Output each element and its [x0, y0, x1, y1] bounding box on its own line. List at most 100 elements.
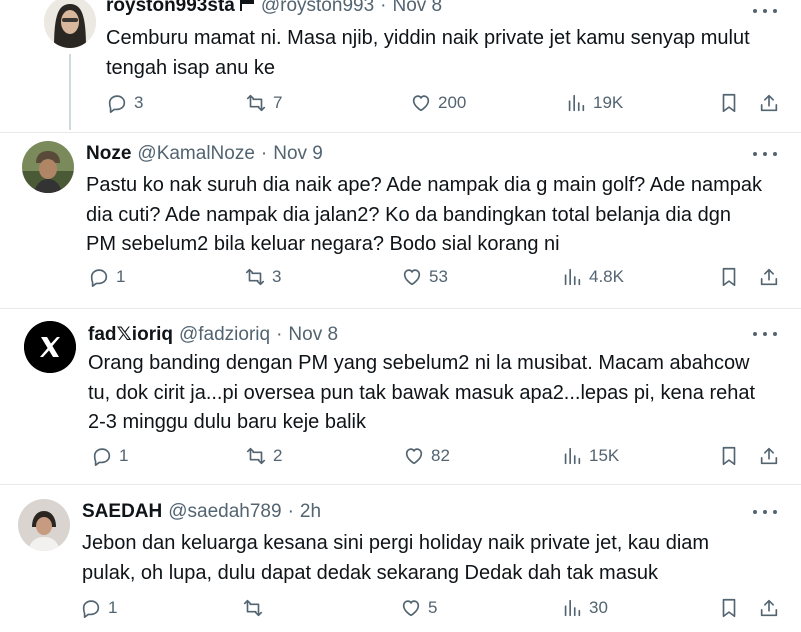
author-handle[interactable]: @KamalNoze	[137, 143, 255, 165]
heart-icon	[403, 269, 421, 286]
retweet-button[interactable]	[242, 597, 270, 619]
flag-icon	[239, 0, 255, 18]
like-count: 53	[429, 267, 448, 286]
like-button[interactable]: 200	[410, 92, 466, 114]
avatar[interactable]	[18, 499, 70, 551]
tweet-fadzioriq[interactable]: fad𝕏ioriq @fadzioriq · Nov 8 Orang bandi…	[0, 309, 801, 484]
tweet-royston993[interactable]: royston993sta @royston993 · Nov 8 Cembur…	[0, 0, 801, 130]
heart-icon	[405, 448, 423, 465]
views-button[interactable]: 4.8K	[561, 266, 624, 288]
tweet-text: Pastu ko nak suruh dia naik ape? Ade nam…	[86, 171, 776, 260]
more-icon[interactable]	[753, 329, 777, 339]
retweet-button[interactable]: 2	[245, 445, 282, 467]
retweet-icon	[243, 599, 263, 617]
separator-dot: ·	[260, 143, 268, 164]
tweet-saedah789[interactable]: SAEDAH @saedah789 · 2h Jebon dan keluarg…	[0, 485, 801, 632]
tweet-text-line: tengah isap anu ke	[106, 56, 276, 79]
retweet-count: 7	[273, 93, 283, 112]
reply-count: 3	[134, 93, 144, 112]
tweet-text: Orang banding dengan PM yang sebelum2 ni…	[88, 349, 788, 438]
reply-button[interactable]: 1	[88, 266, 125, 288]
author-name[interactable]: royston993sta	[106, 0, 235, 17]
bookmark-icon	[722, 93, 736, 113]
retweet-icon	[246, 447, 266, 465]
retweet-count: 2	[273, 446, 283, 465]
share-icon	[760, 268, 778, 286]
share-button[interactable]	[758, 266, 780, 288]
reply-icon	[90, 269, 108, 287]
heart-icon	[412, 95, 430, 112]
bookmark-button[interactable]	[718, 445, 740, 467]
timestamp[interactable]: Nov 8	[288, 324, 338, 346]
separator-dot: ·	[380, 0, 387, 16]
action-bar: 1 3 53 4.8K	[0, 266, 801, 296]
views-button[interactable]: 15K	[561, 445, 619, 467]
tweet-text-line: tu, dok cirit ja...pi oversea pun tak ba…	[88, 381, 756, 404]
timestamp[interactable]: Nov 9	[273, 143, 323, 165]
author-handle[interactable]: @saedah789	[168, 501, 281, 523]
tweet-text-line: Cemburu mamat ni. Masa njib, yiddin naik…	[106, 27, 750, 49]
like-count: 5	[428, 598, 438, 617]
reply-count: 1	[108, 598, 118, 617]
avatar[interactable]	[24, 321, 76, 373]
tweet-text-line: pulak, oh lupa, dulu dapat dedak sekaran…	[82, 561, 658, 584]
avatar[interactable]	[44, 0, 96, 48]
share-button[interactable]	[758, 445, 780, 467]
views-icon	[564, 599, 581, 617]
views-button[interactable]: 19K	[565, 92, 623, 114]
reply-button[interactable]: 1	[80, 597, 117, 619]
like-button[interactable]: 53	[401, 266, 448, 288]
like-button[interactable]: 5	[400, 597, 437, 619]
tweet-text-line: dia cuti? Ade nampak dia jalan2? Ko da b…	[86, 203, 731, 226]
reply-icon	[108, 95, 126, 113]
author-name[interactable]: fad𝕏ioriq	[88, 323, 173, 346]
reply-button[interactable]: 3	[106, 92, 143, 114]
retweet-button[interactable]: 3	[244, 266, 281, 288]
reply-icon	[82, 600, 100, 618]
timestamp[interactable]: 2h	[300, 501, 321, 523]
reply-icon	[93, 448, 111, 466]
more-icon[interactable]	[753, 149, 777, 159]
view-count: 30	[589, 598, 608, 617]
author-handle[interactable]: @royston993	[261, 0, 374, 17]
views-icon	[564, 447, 581, 465]
share-icon	[760, 94, 778, 112]
like-count: 82	[431, 446, 450, 465]
more-icon[interactable]	[753, 6, 777, 16]
tweet-text-line: Orang banding dengan PM yang sebelum2 ni…	[88, 352, 750, 374]
retweet-icon	[245, 268, 265, 286]
author-name[interactable]: Noze	[86, 143, 131, 165]
retweet-button[interactable]: 7	[245, 92, 282, 114]
bookmark-button[interactable]	[718, 92, 740, 114]
author-name[interactable]: SAEDAH	[82, 501, 162, 523]
view-count: 15K	[589, 446, 620, 465]
like-count: 200	[438, 93, 467, 112]
share-icon	[760, 599, 778, 617]
tweet-text-line: 2-3 minggu dulu baru keje balik	[88, 411, 366, 433]
tweet-kamalnoze[interactable]: Noze @KamalNoze · Nov 9 Pastu ko nak sur…	[0, 133, 801, 308]
view-count: 4.8K	[589, 267, 624, 286]
retweet-count: 3	[272, 267, 282, 286]
share-button[interactable]	[758, 92, 780, 114]
reply-count: 1	[119, 446, 129, 465]
reply-count: 1	[116, 267, 126, 286]
share-button[interactable]	[758, 597, 780, 619]
bookmark-button[interactable]	[718, 266, 740, 288]
separator-dot: ·	[276, 323, 283, 345]
views-button[interactable]: 30	[561, 597, 608, 619]
tweet-text-line: Jebon dan keluarga kesana sini pergi hol…	[82, 532, 710, 554]
view-count: 19K	[593, 93, 624, 112]
bookmark-button[interactable]	[718, 597, 740, 619]
more-icon[interactable]	[753, 507, 777, 517]
action-bar: 3 7 200 19K	[0, 92, 801, 122]
author-handle[interactable]: @fadzioriq	[179, 324, 270, 346]
tweet-text: Cemburu mamat ni. Masa njib, yiddin naik…	[106, 24, 796, 83]
timestamp[interactable]: Nov 8	[392, 0, 442, 17]
separator-dot: ·	[287, 501, 294, 522]
avatar[interactable]	[22, 141, 74, 193]
retweet-icon	[246, 94, 266, 112]
reply-button[interactable]: 1	[91, 445, 128, 467]
tweet-text: Jebon dan keluarga kesana sini pergi hol…	[82, 529, 772, 588]
like-button[interactable]: 82	[403, 445, 450, 467]
views-icon	[568, 94, 585, 112]
